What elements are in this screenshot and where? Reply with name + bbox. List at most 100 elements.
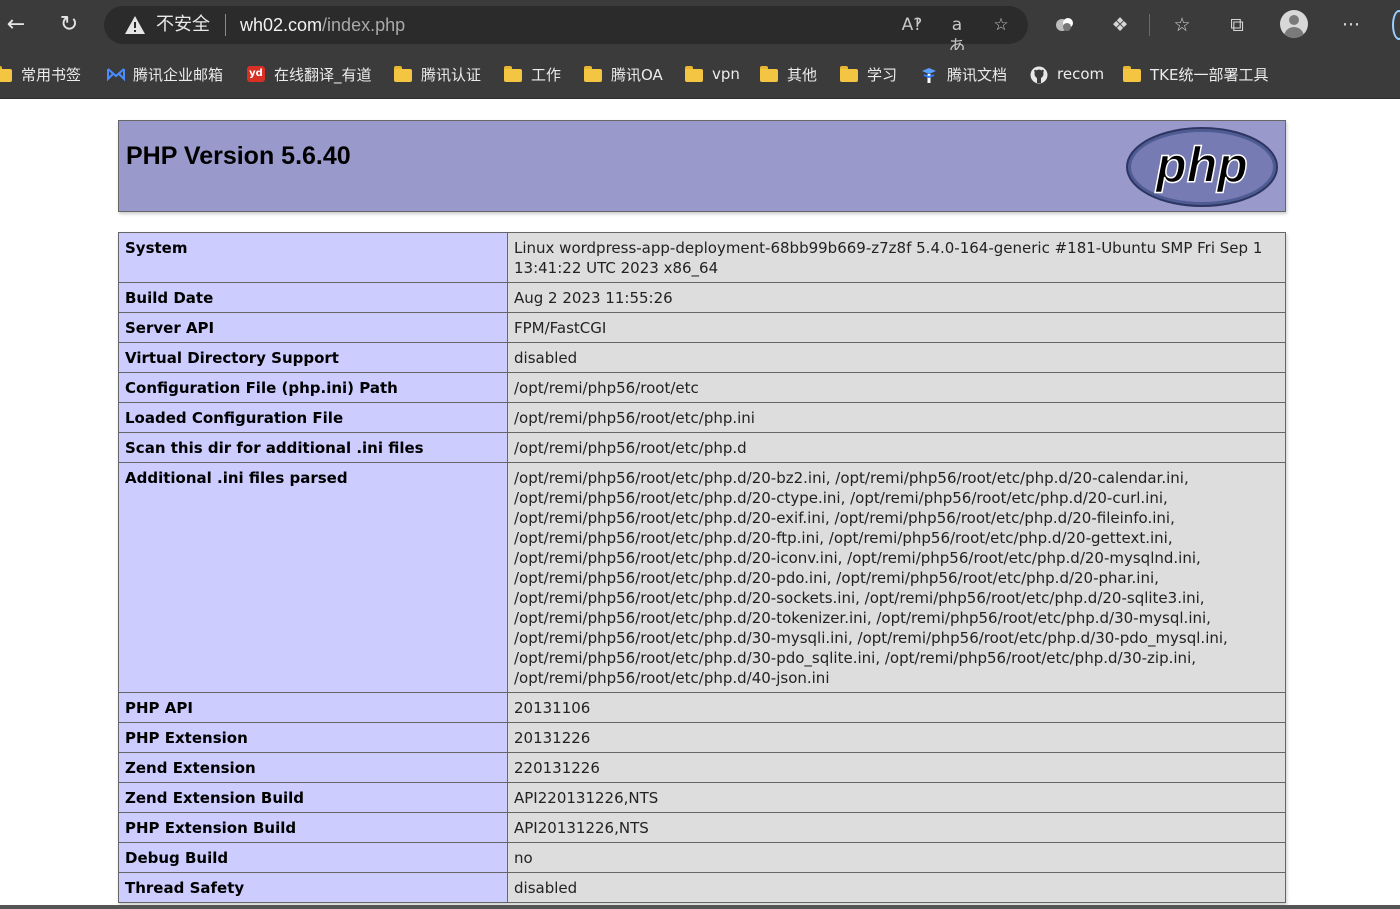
collections-icon[interactable]: ⧉ [1222, 10, 1252, 40]
table-row: Configuration File (php.ini) Path /opt/r… [118, 372, 1286, 403]
profile-head [1289, 15, 1299, 25]
extensions-icon[interactable]: ❖ [1105, 10, 1135, 40]
bookmark-vpn[interactable]: vpn [685, 62, 740, 86]
row-value: 20131226 [507, 722, 1286, 753]
folder-icon [840, 66, 858, 82]
bookmark-label: TKE统一部署工具 [1150, 65, 1269, 84]
bookmark-label: 在线翻译_有道 [274, 65, 372, 84]
bookmark-label: recom [1057, 65, 1105, 83]
bookmark-常用书签[interactable]: 常用书签 [0, 62, 81, 86]
bookmark-label: 腾讯企业邮箱 [133, 65, 224, 84]
extension-circles-icon[interactable] [1050, 10, 1080, 40]
warning-icon[interactable] [124, 15, 146, 35]
favorites-icon[interactable]: ☆ [1167, 10, 1197, 40]
row-value: no [507, 842, 1286, 873]
table-row: Zend Extension 220131226 [118, 752, 1286, 783]
profile-bust [1284, 27, 1304, 38]
row-label: Thread Safety [118, 872, 508, 903]
folder-icon [504, 66, 522, 82]
row-value: /opt/remi/php56/root/etc/php.d/20-bz2.in… [507, 462, 1286, 693]
bookmark-other[interactable]: 其他 [760, 62, 817, 86]
folder-icon [1123, 66, 1141, 82]
folder-icon [685, 66, 703, 82]
table-row: PHP Extension 20131226 [118, 722, 1286, 753]
profile-icon[interactable] [1280, 10, 1308, 38]
table-row: Loaded Configuration File /opt/remi/php5… [118, 402, 1286, 433]
row-label: Additional .ini files parsed [118, 462, 508, 693]
table-row: Additional .ini files parsed /opt/remi/p… [118, 462, 1286, 693]
bookmark-label: 学习 [867, 65, 898, 84]
table-row: Zend Extension Build API220131226,NTS [118, 782, 1286, 813]
back-icon[interactable]: ← [0, 9, 32, 41]
row-value: disabled [507, 872, 1286, 903]
bookmark-tencent-docs[interactable]: 腾讯文档 [920, 62, 1007, 86]
youdao-icon: yd [247, 66, 265, 82]
favorite-add-icon[interactable]: ☆ [989, 14, 1013, 36]
translate-icon[interactable]: aあ [945, 14, 969, 57]
bookmark-label: 工作 [531, 65, 562, 84]
docs-icon [920, 66, 938, 83]
security-label[interactable]: 不安全 [156, 12, 210, 38]
table-row: System Linux wordpress-app-deployment-68… [118, 232, 1286, 283]
bookmark-tke-tool[interactable]: TKE统一部署工具 [1123, 62, 1268, 86]
row-label: Configuration File (php.ini) Path [118, 372, 508, 403]
php-info-table: System Linux wordpress-app-deployment-68… [118, 232, 1286, 903]
bookmark-study[interactable]: 学习 [840, 62, 897, 86]
table-row: Virtual Directory Support disabled [118, 342, 1286, 373]
php-logo: php [1126, 127, 1278, 207]
row-value: Linux wordpress-app-deployment-68bb99b66… [507, 232, 1286, 283]
address-separator [225, 14, 226, 36]
table-row: Debug Build no [118, 842, 1286, 873]
bookmark-label: 常用书签 [21, 65, 82, 84]
bookmark-tencent-mail[interactable]: 腾讯企业邮箱 [106, 62, 223, 86]
table-row: Server API FPM/FastCGI [118, 312, 1286, 343]
read-aloud-icon[interactable]: A‽ [900, 14, 924, 36]
row-label: Loaded Configuration File [118, 402, 508, 433]
row-value: disabled [507, 342, 1286, 373]
url-host: wh02.com [240, 15, 323, 35]
php-version-header: PHP Version 5.6.40 php [118, 120, 1286, 212]
row-label: Debug Build [118, 842, 508, 873]
bookmark-tencent-oa[interactable]: 腾讯OA [584, 62, 663, 86]
php-logo-text: php [1154, 137, 1248, 193]
row-label: Scan this dir for additional .ini files [118, 432, 508, 463]
browser-toolbar: ← ↻ 不安全 wh02.com/index.php A‽ aあ ☆ ❖ ☆ ⧉… [0, 0, 1400, 57]
bookmark-label: 腾讯OA [611, 65, 663, 84]
row-label: PHP Extension [118, 722, 508, 753]
url-text[interactable]: wh02.com/index.php [240, 12, 405, 38]
folder-icon [0, 66, 12, 82]
row-label: Zend Extension [118, 752, 508, 783]
bookmark-youdao[interactable]: yd 在线翻译_有道 [247, 62, 372, 86]
bookmark-label: vpn [712, 65, 740, 83]
bookmark-tencent-auth[interactable]: 腾讯认证 [394, 62, 481, 86]
row-label: PHP API [118, 692, 508, 723]
row-value: API220131226,NTS [507, 782, 1286, 813]
row-label: Zend Extension Build [118, 782, 508, 813]
row-value: /opt/remi/php56/root/etc [507, 372, 1286, 403]
row-label: Virtual Directory Support [118, 342, 508, 373]
row-label: PHP Extension Build [118, 812, 508, 843]
more-icon[interactable]: ··· [1336, 10, 1366, 40]
page-title: PHP Version 5.6.40 [126, 142, 351, 170]
row-value: /opt/remi/php56/root/etc/php.ini [507, 402, 1286, 433]
toolbar-separator [1149, 14, 1150, 36]
folder-icon [584, 66, 602, 82]
refresh-icon[interactable]: ↻ [53, 9, 85, 41]
row-value: 20131106 [507, 692, 1286, 723]
address-bar[interactable]: 不安全 wh02.com/index.php A‽ aあ ☆ [104, 6, 1028, 57]
url-path: /index.php [322, 15, 406, 35]
table-row: PHP API 20131106 [118, 692, 1286, 723]
row-label: Server API [118, 312, 508, 343]
window-bottom-edge [0, 905, 1400, 909]
row-value: 220131226 [507, 752, 1286, 783]
bookmark-work[interactable]: 工作 [504, 62, 561, 86]
sidebar-edge-icon[interactable] [1392, 10, 1400, 40]
row-value: API20131226,NTS [507, 812, 1286, 843]
bookmark-recom[interactable]: recom [1030, 62, 1104, 86]
row-label: Build Date [118, 282, 508, 313]
bookmark-label: 其他 [787, 65, 818, 84]
github-icon [1030, 66, 1048, 84]
row-value: /opt/remi/php56/root/etc/php.d [507, 432, 1286, 463]
table-row: Thread Safety disabled [118, 872, 1286, 903]
table-row: Build Date Aug 2 2023 11:55:26 [118, 282, 1286, 313]
